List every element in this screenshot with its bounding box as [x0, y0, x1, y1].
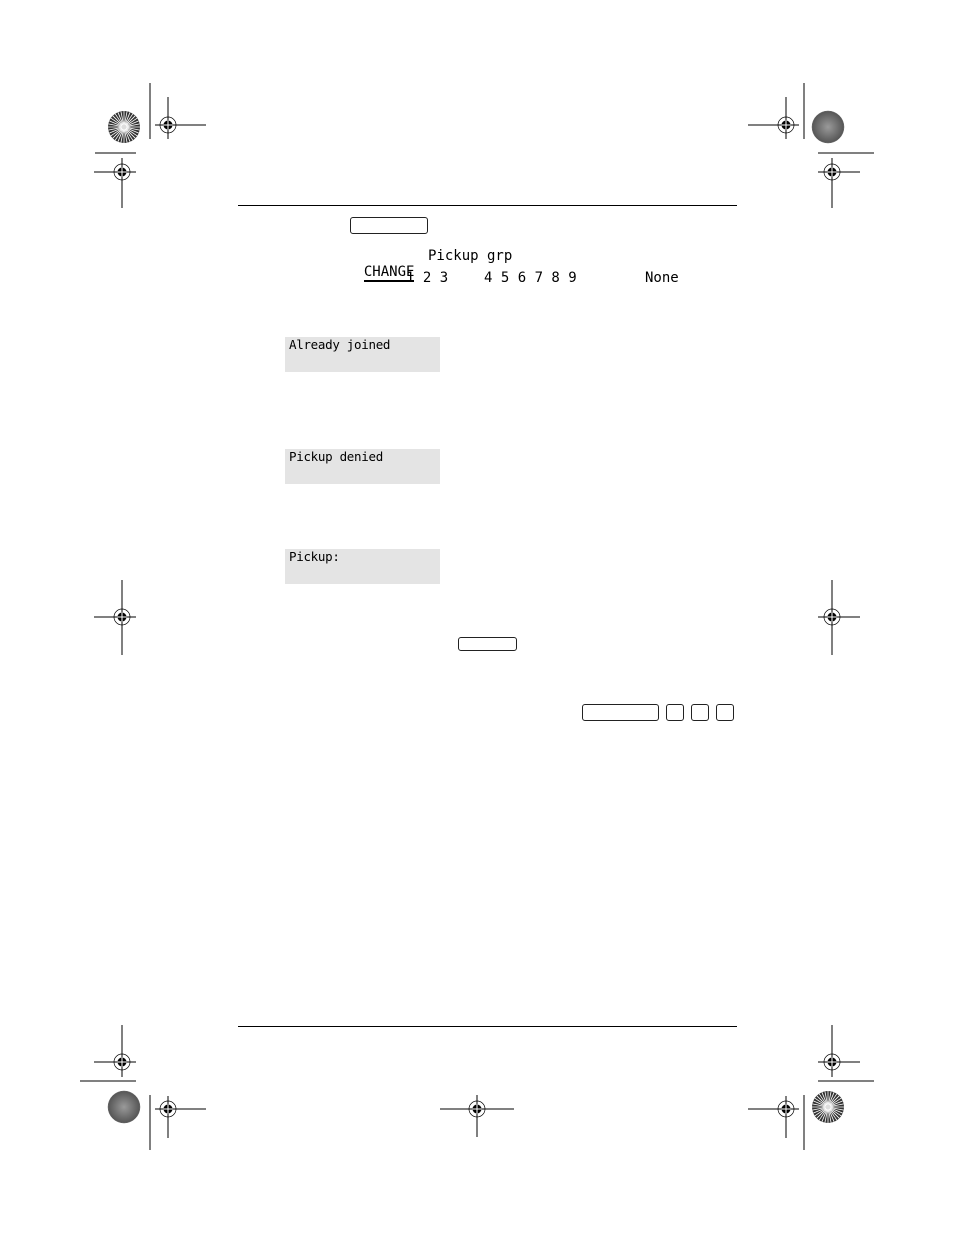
crop-marks [80, 83, 874, 1150]
gray-registration-disk-icon [811, 110, 845, 144]
registration-mark-mid-left [94, 580, 136, 655]
registration-mark-bottom-center [440, 1095, 514, 1137]
starburst-registration-icon [811, 1090, 845, 1124]
gray-registration-disk-icon [107, 1090, 141, 1124]
registration-mark-bottom-left [80, 1025, 206, 1150]
starburst-registration-icon [107, 110, 141, 144]
registration-mark-bottom-right [748, 1025, 874, 1150]
registration-mark-top-left [94, 83, 206, 208]
registration-mark-mid-right [818, 580, 860, 655]
registration-mark-top-right [748, 83, 874, 208]
